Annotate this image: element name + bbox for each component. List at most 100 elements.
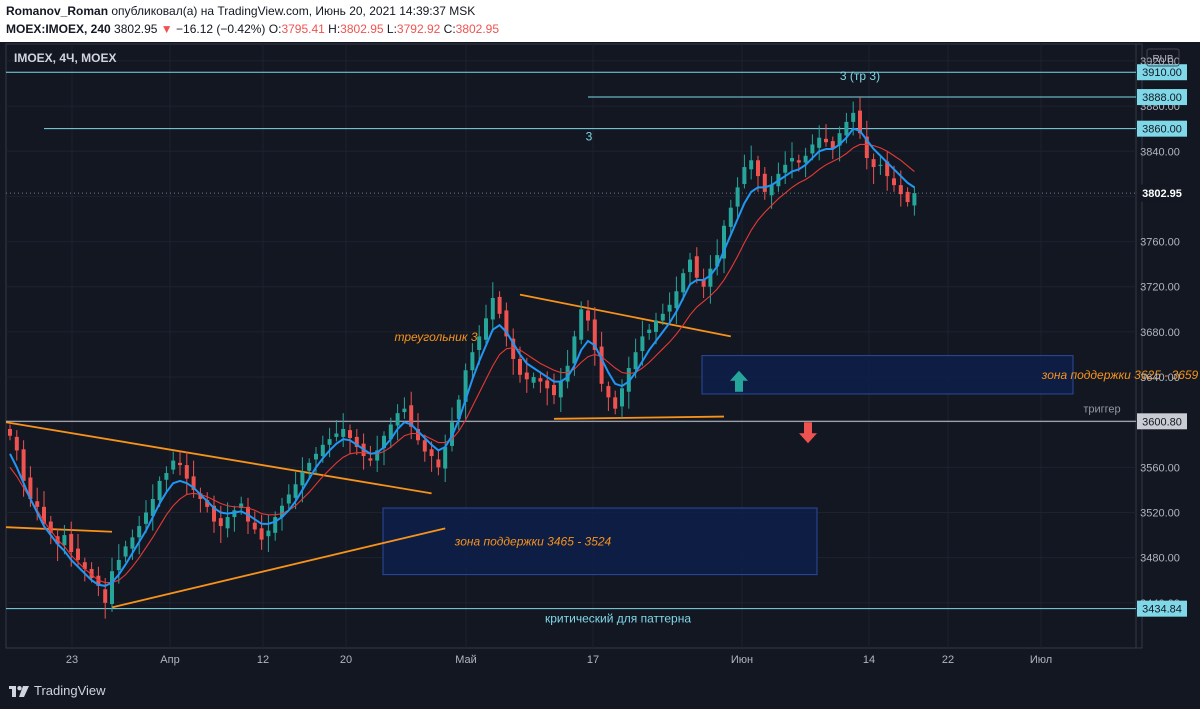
time-tick-label: 12: [257, 654, 269, 666]
candle-body: [484, 318, 488, 340]
candle-body: [320, 444, 325, 457]
candle-body: [178, 462, 182, 466]
level-label: критический для паттерна: [545, 612, 691, 626]
candle-body: [688, 259, 692, 273]
candle-body: [429, 449, 434, 457]
candle-body: [824, 138, 828, 143]
price-tag-label: 3802.95: [1142, 188, 1182, 200]
candle-body: [681, 273, 686, 293]
candle-body: [443, 447, 448, 469]
candle-body: [8, 428, 12, 436]
candle-body: [851, 112, 856, 122]
candle-body: [436, 459, 441, 468]
candle-body: [620, 388, 624, 407]
candle-body: [558, 381, 563, 398]
candle-body: [327, 439, 332, 445]
open-label: O:: [268, 22, 282, 36]
candle-body: [803, 155, 808, 163]
published-text: опубликовал(а) на TradingView.com, Июнь …: [111, 4, 476, 18]
pane-title: IMOEX, 4Ч, MOEX: [14, 51, 116, 65]
candle-body: [341, 428, 346, 437]
candle-body: [218, 518, 223, 527]
candle-body: [898, 185, 903, 195]
price-tag-label: 3600.80: [1142, 416, 1182, 428]
price-chart[interactable]: зона поддержки 3625 - 3659зона поддержки…: [0, 42, 1200, 673]
candle-body: [252, 522, 257, 530]
ohlc-line: MOEX:IMOEX, 240 3802.95 ▼ −16.12 (−0.42%…: [6, 22, 499, 36]
candle-body: [579, 309, 584, 340]
candle-body: [490, 298, 495, 320]
candle-body: [368, 458, 373, 461]
candle-body: [912, 193, 917, 206]
high-value: 3802.95: [340, 22, 384, 36]
footer: TradingView: [0, 673, 1200, 709]
open-value: 3795.41: [281, 22, 325, 36]
candle-body: [137, 526, 142, 538]
time-tick-label: Июн: [731, 654, 753, 666]
symbol-interval[interactable]: MOEX:IMOEX, 240: [6, 22, 111, 36]
price-tag-label: 3888.00: [1142, 92, 1182, 104]
candle-body: [545, 380, 550, 389]
brand-name: TradingView: [34, 683, 106, 698]
candle-body: [762, 173, 767, 192]
price-tick-label: 3840.00: [1140, 146, 1180, 158]
candle-body: [892, 178, 896, 186]
price-tick-label: 3480.00: [1140, 553, 1180, 565]
price-tick-label: 3560.00: [1140, 462, 1180, 474]
candle-body: [674, 291, 679, 309]
level-label: 3: [586, 130, 593, 144]
time-tick-label: 14: [863, 654, 875, 666]
low-value: 3792.92: [396, 22, 441, 36]
candle-body: [103, 589, 108, 603]
candle-body: [348, 430, 352, 439]
candle-body: [647, 329, 652, 334]
candle-body: [184, 465, 189, 479]
candle-body: [640, 336, 645, 352]
time-tick-label: 22: [942, 654, 954, 666]
candle-body: [144, 512, 148, 524]
tradingview-logo-icon: [9, 685, 29, 697]
candle-body: [286, 494, 291, 504]
candle-body: [606, 386, 611, 398]
time-tick-label: 23: [66, 654, 78, 666]
level-label: триггер: [1083, 403, 1120, 415]
candle-body: [422, 440, 427, 452]
candle-body: [613, 397, 618, 409]
author-name[interactable]: Romanov_Roman: [6, 4, 108, 18]
candle-body: [790, 158, 794, 162]
candle-body: [273, 517, 278, 533]
candle-body: [334, 433, 339, 437]
close-label: C:: [443, 22, 456, 36]
candle-body: [728, 207, 733, 227]
candle-body: [69, 533, 74, 553]
low-label: L:: [386, 22, 397, 36]
candle-body: [110, 571, 114, 604]
time-tick-label: Июл: [1030, 654, 1052, 666]
candle-body: [783, 164, 788, 173]
candle-body: [769, 185, 774, 196]
triangle-label: треугольник 3: [394, 330, 477, 344]
candle-body: [878, 164, 883, 166]
candle-body: [905, 191, 910, 203]
candle-body: [708, 268, 713, 287]
candle-body: [164, 473, 169, 480]
candle-body: [171, 460, 176, 470]
candle-body: [35, 501, 40, 507]
down-arrow-icon: ▼: [160, 22, 173, 36]
candle-body: [701, 279, 706, 287]
candle-body: [14, 436, 19, 451]
tradingview-logo[interactable]: TradingView: [8, 683, 106, 698]
candle-body: [531, 377, 536, 383]
price-tick-label: 3680.00: [1140, 327, 1180, 339]
price-tag-label: 3860.00: [1142, 124, 1182, 136]
price-tag-label: 3910.00: [1142, 67, 1182, 79]
candle-body: [810, 144, 815, 154]
candle-body: [21, 449, 26, 481]
support-zone-label: зона поддержки 3465 - 3524: [454, 534, 612, 548]
candle-body: [293, 484, 298, 498]
candle-body: [586, 310, 590, 321]
candle-body: [477, 336, 482, 350]
candle-body: [300, 471, 305, 486]
time-tick-label: 17: [587, 654, 599, 666]
candle-body: [259, 528, 264, 540]
